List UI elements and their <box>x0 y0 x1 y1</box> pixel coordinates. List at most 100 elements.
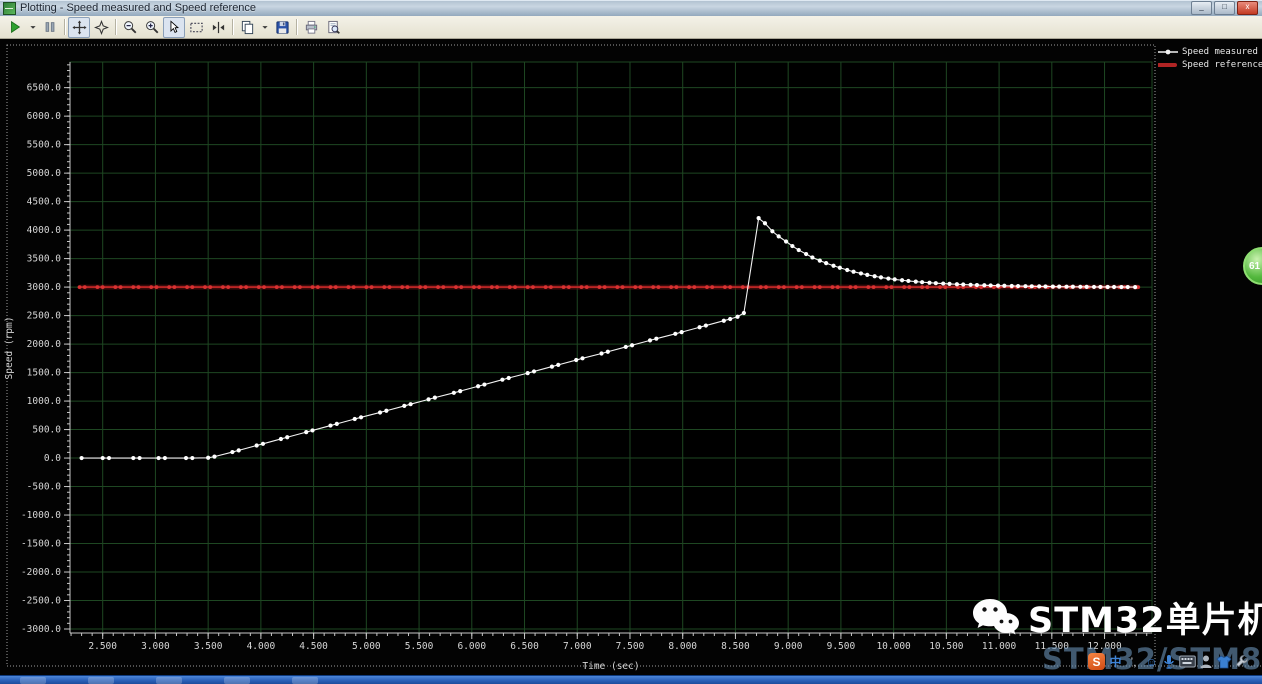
series-measured-point <box>728 316 733 322</box>
series-reference-point <box>615 285 620 289</box>
series-reference-point <box>566 285 571 289</box>
series-reference-point <box>244 285 249 289</box>
emoji-icon[interactable]: ☺ <box>1144 655 1159 669</box>
copy-dropdown-button[interactable] <box>258 17 271 38</box>
series-measured-point <box>1043 284 1048 289</box>
series-reference-point <box>454 285 458 289</box>
y-tick-label: 5000.0 <box>27 168 62 179</box>
series-measured-point <box>506 375 511 381</box>
run-dropdown-button[interactable] <box>26 17 39 38</box>
y-tick-label: 5500.0 <box>27 140 62 151</box>
series-reference-point <box>256 285 261 289</box>
series-reference-point <box>113 285 118 289</box>
series-measured-point <box>1125 284 1130 290</box>
series-measured-point <box>697 325 702 330</box>
series-reference-point <box>943 285 948 289</box>
zoom-box-button[interactable] <box>185 17 207 38</box>
copy-icon <box>241 20 253 34</box>
series-measured-point <box>899 278 905 283</box>
microphone-icon[interactable] <box>1162 654 1176 670</box>
play-icon <box>11 20 21 34</box>
run-button[interactable] <box>4 17 26 38</box>
y-tick-label: 6000.0 <box>27 111 62 122</box>
series-measured-point <box>824 261 829 266</box>
taskbar-item[interactable] <box>20 677 46 684</box>
legend-marker-thick-line-icon <box>1158 63 1177 67</box>
cursors-button[interactable] <box>207 17 229 38</box>
x-tick-label: 4.500 <box>299 641 328 652</box>
series-measured-point <box>580 356 585 361</box>
series-reference-point <box>669 285 674 289</box>
y-tick-label: 1000.0 <box>27 396 62 407</box>
zoom-out-button[interactable] <box>119 17 141 38</box>
series-measured-point <box>482 382 487 387</box>
series-reference-point <box>853 285 858 289</box>
wrench-icon[interactable] <box>1235 654 1249 669</box>
taskbar-item[interactable] <box>224 677 250 684</box>
series-reference-point <box>297 285 302 289</box>
taskbar-item[interactable] <box>156 677 182 684</box>
punctuation-icon[interactable]: ’, <box>1126 655 1141 669</box>
series-measured-point <box>432 395 437 400</box>
series-measured-point <box>878 275 884 280</box>
series-reference-point <box>710 285 715 289</box>
series-reference-point <box>190 285 195 289</box>
pan-button[interactable] <box>68 16 90 38</box>
zoom-in-button[interactable] <box>141 17 163 38</box>
series-measured-point <box>810 255 815 260</box>
series-reference-point <box>638 285 643 289</box>
series-reference-point <box>423 285 428 289</box>
keyboard-icon[interactable] <box>1179 655 1196 668</box>
zoom-dynamic-button[interactable] <box>90 17 112 38</box>
series-measured-point <box>831 263 836 268</box>
series-measured-point <box>599 351 604 356</box>
series-measured-point <box>741 310 746 316</box>
taskbar-item[interactable] <box>88 677 114 684</box>
print-button[interactable] <box>300 17 322 38</box>
series-reference-point <box>835 285 840 289</box>
legend-label: Speed reference <box>1182 60 1262 70</box>
chinese-mode-icon[interactable]: 中 <box>1108 653 1123 670</box>
series-reference-point <box>507 285 512 289</box>
series-reference-point <box>548 285 553 289</box>
pause-button[interactable] <box>39 17 61 38</box>
series-measured-point <box>783 239 789 244</box>
close-button[interactable]: x <box>1237 1 1258 15</box>
series-measured-point <box>954 282 960 287</box>
series-reference-point <box>920 285 925 289</box>
zoom-in-icon <box>145 20 158 33</box>
series-reference-point <box>149 285 154 289</box>
series-reference-point <box>292 285 297 289</box>
series-reference-point <box>82 285 87 289</box>
series-reference-point <box>543 285 548 289</box>
print-preview-icon <box>327 20 340 34</box>
save-button[interactable] <box>271 17 293 38</box>
screen: Plotting - Speed measured and Speed refe… <box>0 0 1262 684</box>
series-measured-point <box>1111 284 1117 290</box>
y-tick-label: 2500.0 <box>27 311 62 322</box>
x-tick-label: 10.000 <box>876 641 911 652</box>
series-measured-point <box>941 281 946 286</box>
minimize-button[interactable]: _ <box>1191 1 1212 15</box>
x-tick-label: 7.000 <box>563 641 592 652</box>
series-measured-point <box>1002 283 1007 288</box>
series-measured-point <box>790 243 795 249</box>
maximize-button[interactable]: □ <box>1214 1 1235 15</box>
taskbar-item[interactable] <box>292 677 318 684</box>
series-measured-point <box>574 357 579 363</box>
series-measured-point <box>1091 284 1097 290</box>
series-reference-point <box>351 285 356 289</box>
account-icon[interactable] <box>1199 654 1213 669</box>
series-reference-point <box>436 285 440 289</box>
copy-button[interactable] <box>236 17 258 38</box>
sogou-icon[interactable]: S <box>1088 653 1105 670</box>
plot-canvas[interactable]: 2.500 3.000 3.500 4.000 4.500 5.000 5.500 6.000… <box>0 0 1262 684</box>
series-measured-point <box>1133 284 1138 290</box>
wechat-watermark: STM32单片机 <box>972 592 1262 643</box>
cursor-tool-button[interactable] <box>163 16 185 38</box>
series-reference-point <box>722 285 727 289</box>
skin-icon[interactable] <box>1216 655 1232 669</box>
taskbar[interactable] <box>0 675 1262 684</box>
print-preview-button[interactable] <box>322 17 344 38</box>
series-measured-point <box>212 454 217 459</box>
